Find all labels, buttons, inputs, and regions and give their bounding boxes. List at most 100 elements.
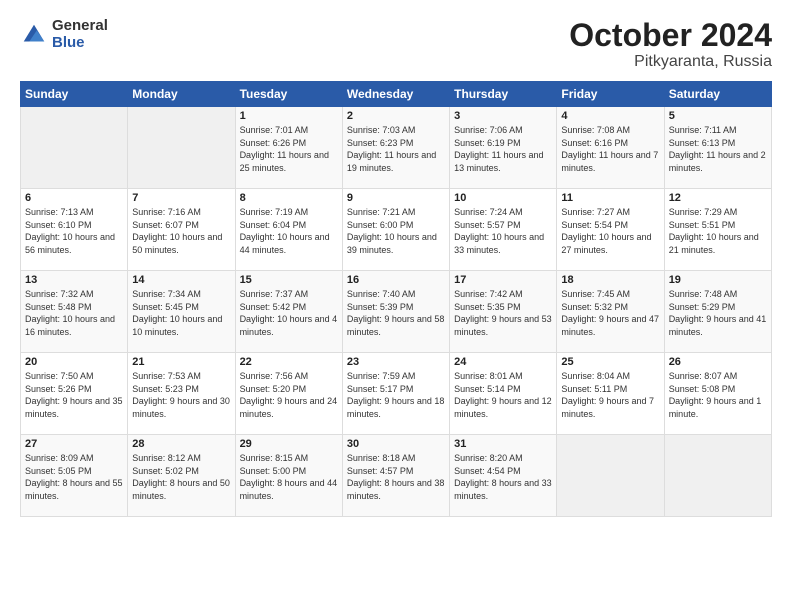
- day-info: Sunrise: 7:11 AMSunset: 6:13 PMDaylight:…: [669, 124, 767, 174]
- day-number: 18: [561, 274, 659, 286]
- day-info: Sunrise: 7:01 AMSunset: 6:26 PMDaylight:…: [240, 124, 338, 174]
- calendar-cell: 5 Sunrise: 7:11 AMSunset: 6:13 PMDaylight…: [664, 107, 771, 189]
- calendar-cell: 7 Sunrise: 7:16 AMSunset: 6:07 PMDaylight…: [128, 189, 235, 271]
- day-number: 11: [561, 192, 659, 204]
- calendar-cell: 28Sunrise: 8:12 AMSunset: 5:02 PMDayligh…: [128, 435, 235, 517]
- day-number: 12: [669, 192, 767, 204]
- day-info: Sunrise: 7:03 AMSunset: 6:23 PMDaylight:…: [347, 124, 445, 174]
- calendar-cell: 2 Sunrise: 7:03 AMSunset: 6:23 PMDaylight…: [342, 107, 449, 189]
- day-info: Sunrise: 7:21 AMSunset: 6:00 PMDaylight:…: [347, 206, 445, 256]
- calendar-week-row: 20Sunrise: 7:50 AMSunset: 5:26 PMDayligh…: [21, 353, 772, 435]
- calendar-cell: 22Sunrise: 7:56 AMSunset: 5:20 PMDayligh…: [235, 353, 342, 435]
- calendar-cell: 9 Sunrise: 7:21 AMSunset: 6:00 PMDaylight…: [342, 189, 449, 271]
- weekday-header: Thursday: [450, 82, 557, 107]
- day-number: 16: [347, 274, 445, 286]
- day-info: Sunrise: 7:24 AMSunset: 5:57 PMDaylight:…: [454, 206, 552, 256]
- calendar-cell: 29Sunrise: 8:15 AMSunset: 5:00 PMDayligh…: [235, 435, 342, 517]
- calendar-cell: 19 Sunrise: 7:48 AMSunset: 5:29 PMDayligh…: [664, 271, 771, 353]
- calendar-week-row: 13 Sunrise: 7:32 AMSunset: 5:48 PMDayligh…: [21, 271, 772, 353]
- calendar-cell: 24 Sunrise: 8:01 AMSunset: 5:14 PMDayligh…: [450, 353, 557, 435]
- calendar-week-row: 6 Sunrise: 7:13 AMSunset: 6:10 PMDaylight…: [21, 189, 772, 271]
- day-info: Sunrise: 7:32 AMSunset: 5:48 PMDaylight:…: [25, 288, 123, 338]
- day-info: Sunrise: 7:40 AMSunset: 5:39 PMDaylight:…: [347, 288, 445, 338]
- calendar-cell: 18 Sunrise: 7:45 AMSunset: 5:32 PMDayligh…: [557, 271, 664, 353]
- calendar-cell: [664, 435, 771, 517]
- calendar-cell: 16 Sunrise: 7:40 AMSunset: 5:39 PMDayligh…: [342, 271, 449, 353]
- title-location: Pitkyaranta, Russia: [569, 53, 772, 71]
- day-info: Sunrise: 8:18 AMSunset: 4:57 PMDaylight:…: [347, 452, 445, 502]
- calendar-cell: 30Sunrise: 8:18 AMSunset: 4:57 PMDayligh…: [342, 435, 449, 517]
- calendar-cell: [128, 107, 235, 189]
- day-number: 3: [454, 110, 552, 122]
- title-month: October 2024: [569, 18, 772, 53]
- day-info: Sunrise: 7:06 AMSunset: 6:19 PMDaylight:…: [454, 124, 552, 174]
- day-number: 17: [454, 274, 552, 286]
- calendar-cell: 20Sunrise: 7:50 AMSunset: 5:26 PMDayligh…: [21, 353, 128, 435]
- logo: General Blue: [20, 18, 108, 51]
- day-info: Sunrise: 7:48 AMSunset: 5:29 PMDaylight:…: [669, 288, 767, 338]
- title-block: October 2024 Pitkyaranta, Russia: [569, 18, 772, 71]
- logo-icon: [20, 21, 48, 49]
- weekday-header: Friday: [557, 82, 664, 107]
- day-info: Sunrise: 8:09 AMSunset: 5:05 PMDaylight:…: [25, 452, 123, 502]
- calendar-cell: 4Sunrise: 7:08 AMSunset: 6:16 PMDaylight…: [557, 107, 664, 189]
- day-info: Sunrise: 7:53 AMSunset: 5:23 PMDaylight:…: [132, 370, 230, 420]
- day-info: Sunrise: 7:45 AMSunset: 5:32 PMDaylight:…: [561, 288, 659, 338]
- day-info: Sunrise: 7:16 AMSunset: 6:07 PMDaylight:…: [132, 206, 230, 256]
- day-number: 27: [25, 438, 123, 450]
- calendar-cell: 15 Sunrise: 7:37 AMSunset: 5:42 PMDayligh…: [235, 271, 342, 353]
- day-number: 1: [240, 110, 338, 122]
- day-number: 31: [454, 438, 552, 450]
- day-number: 6: [25, 192, 123, 204]
- header: General Blue October 2024 Pitkyaranta, R…: [20, 18, 772, 71]
- weekday-header: Saturday: [664, 82, 771, 107]
- day-info: Sunrise: 7:13 AMSunset: 6:10 PMDaylight:…: [25, 206, 123, 256]
- calendar-table: SundayMondayTuesdayWednesdayThursdayFrid…: [20, 81, 772, 517]
- day-number: 13: [25, 274, 123, 286]
- calendar-cell: 26Sunrise: 8:07 AMSunset: 5:08 PMDayligh…: [664, 353, 771, 435]
- calendar-cell: 25 Sunrise: 8:04 AMSunset: 5:11 PMDayligh…: [557, 353, 664, 435]
- calendar-cell: [21, 107, 128, 189]
- day-number: 19: [669, 274, 767, 286]
- calendar-week-row: 27 Sunrise: 8:09 AMSunset: 5:05 PMDayligh…: [21, 435, 772, 517]
- day-number: 7: [132, 192, 230, 204]
- day-number: 15: [240, 274, 338, 286]
- day-number: 24: [454, 356, 552, 368]
- day-number: 5: [669, 110, 767, 122]
- day-info: Sunrise: 7:27 AMSunset: 5:54 PMDaylight:…: [561, 206, 659, 256]
- day-info: Sunrise: 8:04 AMSunset: 5:11 PMDaylight:…: [561, 370, 659, 420]
- calendar-cell: 12 Sunrise: 7:29 AMSunset: 5:51 PMDayligh…: [664, 189, 771, 271]
- weekday-header: Wednesday: [342, 82, 449, 107]
- day-number: 14: [132, 274, 230, 286]
- day-info: Sunrise: 7:08 AMSunset: 6:16 PMDaylight:…: [561, 124, 659, 174]
- day-info: Sunrise: 8:20 AMSunset: 4:54 PMDaylight:…: [454, 452, 552, 502]
- day-number: 9: [347, 192, 445, 204]
- calendar-cell: 3 Sunrise: 7:06 AMSunset: 6:19 PMDaylight…: [450, 107, 557, 189]
- day-info: Sunrise: 7:34 AMSunset: 5:45 PMDaylight:…: [132, 288, 230, 338]
- day-info: Sunrise: 7:29 AMSunset: 5:51 PMDaylight:…: [669, 206, 767, 256]
- day-info: Sunrise: 8:07 AMSunset: 5:08 PMDaylight:…: [669, 370, 767, 420]
- day-number: 29: [240, 438, 338, 450]
- day-number: 10: [454, 192, 552, 204]
- calendar-cell: 1 Sunrise: 7:01 AMSunset: 6:26 PMDaylight…: [235, 107, 342, 189]
- day-number: 2: [347, 110, 445, 122]
- day-info: Sunrise: 8:12 AMSunset: 5:02 PMDaylight:…: [132, 452, 230, 502]
- calendar-cell: 6 Sunrise: 7:13 AMSunset: 6:10 PMDaylight…: [21, 189, 128, 271]
- calendar-cell: 31 Sunrise: 8:20 AMSunset: 4:54 PMDayligh…: [450, 435, 557, 517]
- day-number: 20: [25, 356, 123, 368]
- day-info: Sunrise: 7:37 AMSunset: 5:42 PMDaylight:…: [240, 288, 338, 338]
- day-info: Sunrise: 8:01 AMSunset: 5:14 PMDaylight:…: [454, 370, 552, 420]
- weekday-header-row: SundayMondayTuesdayWednesdayThursdayFrid…: [21, 82, 772, 107]
- day-number: 8: [240, 192, 338, 204]
- logo-text: General Blue: [52, 18, 108, 51]
- day-number: 25: [561, 356, 659, 368]
- calendar-cell: 8Sunrise: 7:19 AMSunset: 6:04 PMDaylight…: [235, 189, 342, 271]
- calendar-cell: [557, 435, 664, 517]
- calendar-cell: 14 Sunrise: 7:34 AMSunset: 5:45 PMDayligh…: [128, 271, 235, 353]
- weekday-header: Sunday: [21, 82, 128, 107]
- weekday-header: Monday: [128, 82, 235, 107]
- calendar-cell: 13 Sunrise: 7:32 AMSunset: 5:48 PMDayligh…: [21, 271, 128, 353]
- weekday-header: Tuesday: [235, 82, 342, 107]
- calendar-cell: 23Sunrise: 7:59 AMSunset: 5:17 PMDayligh…: [342, 353, 449, 435]
- day-number: 23: [347, 356, 445, 368]
